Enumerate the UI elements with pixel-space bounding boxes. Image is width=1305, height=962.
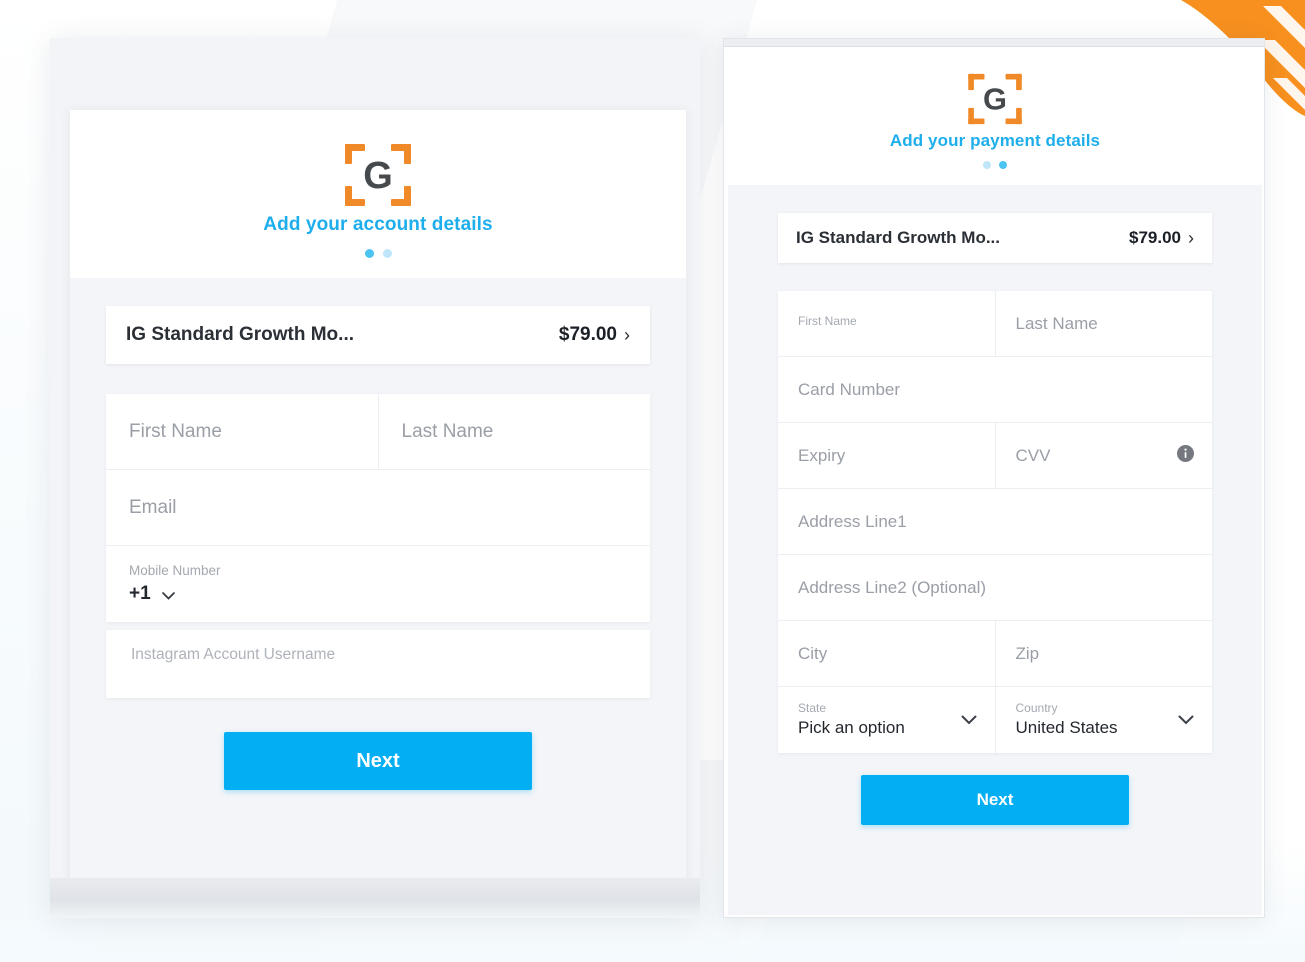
- address-line2-field[interactable]: Address Line2 (Optional): [778, 555, 1212, 620]
- right-step-indicator: [728, 161, 1262, 169]
- product-price: $79.00: [1129, 228, 1181, 247]
- product-price-group: $79.00 ›: [559, 324, 630, 346]
- country-code-text: +1: [129, 582, 151, 604]
- cvv-field[interactable]: CVV: [995, 423, 1212, 488]
- step-dot-1[interactable]: [364, 249, 374, 258]
- country-select[interactable]: Country United States: [995, 687, 1212, 753]
- expiry-cvv-field-row: Expiry CVV: [778, 423, 1212, 489]
- step-dot-1[interactable]: [983, 161, 991, 169]
- last-name-field[interactable]: Last Name: [995, 291, 1212, 356]
- expiry-placeholder: Expiry: [798, 445, 846, 465]
- device-base-shadow: [50, 878, 700, 918]
- last-name-placeholder: Last Name: [401, 420, 494, 442]
- state-value: Pick an option: [798, 718, 905, 738]
- step-dot-2[interactable]: [382, 249, 392, 258]
- payment-fields-block: First Name Last Name Card Number Expiry …: [778, 291, 1212, 753]
- right-screen-title: Add your payment details: [889, 131, 1101, 150]
- address-line1-placeholder: Address Line1: [798, 511, 907, 531]
- info-icon[interactable]: [1177, 444, 1194, 467]
- name-field-row: First Name Last Name: [106, 394, 650, 470]
- right-next-wrap: Next: [728, 775, 1262, 825]
- name-field-row: First Name Last Name: [778, 291, 1212, 357]
- right-screen-viewport: G Add your payment details IG Standard G…: [728, 47, 1262, 915]
- chevron-right-icon: ›: [624, 325, 630, 345]
- product-name: IG Standard Growth Mo...: [796, 228, 1000, 247]
- product-name: IG Standard Growth Mo...: [126, 324, 354, 345]
- state-label: State: [798, 701, 827, 716]
- address-line2-placeholder: Address Line2 (Optional): [798, 577, 987, 597]
- mobile-number-label: Mobile Number: [129, 562, 221, 578]
- left-screen-viewport: G Add your account details IG Standard G…: [70, 110, 686, 900]
- instagram-username-placeholder: Instagram Account Username: [131, 646, 336, 663]
- address-line2-field-row: Address Line2 (Optional): [778, 555, 1212, 621]
- svg-text:G: G: [983, 82, 1007, 117]
- mobile-number-field[interactable]: Mobile Number +1: [106, 546, 650, 622]
- expiry-field[interactable]: Expiry: [778, 423, 996, 488]
- country-code-value: +1: [129, 583, 627, 605]
- zip-placeholder: Zip: [1015, 643, 1040, 663]
- last-name-field[interactable]: Last Name: [378, 394, 650, 469]
- address-line1-field[interactable]: Address Line1: [778, 489, 1212, 554]
- next-button[interactable]: Next: [861, 775, 1129, 825]
- zip-field[interactable]: Zip: [995, 621, 1212, 686]
- city-zip-field-row: City Zip: [778, 621, 1212, 687]
- email-field[interactable]: Email: [106, 470, 650, 545]
- g-scan-brackets-logo-icon: G: [965, 69, 1025, 129]
- first-name-field[interactable]: First Name: [778, 291, 996, 356]
- country-value: United States: [1015, 718, 1118, 738]
- account-fields-block: First Name Last Name Email Mobile Number…: [106, 394, 650, 622]
- svg-text:G: G: [363, 155, 393, 197]
- payment-details-screen-panel: G Add your payment details IG Standard G…: [723, 38, 1265, 918]
- city-placeholder: City: [798, 643, 828, 663]
- email-placeholder: Email: [129, 496, 177, 518]
- card-number-field-row: Card Number: [778, 357, 1212, 423]
- state-select[interactable]: State Pick an option: [778, 687, 996, 753]
- cvv-placeholder: CVV: [1015, 445, 1051, 465]
- screenshot-stage: G Add your account details IG Standard G…: [0, 0, 1305, 962]
- product-summary-row[interactable]: IG Standard Growth Mo... $79.00 ›: [778, 213, 1212, 263]
- first-name-field[interactable]: First Name: [106, 394, 379, 469]
- left-step-indicator: [70, 249, 686, 258]
- address-line1-field-row: Address Line1: [778, 489, 1212, 555]
- left-screen-title: Add your account details: [263, 214, 493, 235]
- chevron-down-icon[interactable]: [1178, 710, 1194, 730]
- chevron-right-icon: ›: [1188, 228, 1194, 248]
- right-form-area: IG Standard Growth Mo... $79.00 › First …: [728, 213, 1262, 825]
- chevron-down-icon[interactable]: [961, 710, 977, 730]
- chevron-down-icon[interactable]: [162, 591, 175, 600]
- card-number-placeholder: Card Number: [798, 379, 901, 399]
- card-number-field[interactable]: Card Number: [778, 357, 1212, 422]
- product-summary-row[interactable]: IG Standard Growth Mo... $79.00 ›: [106, 306, 650, 364]
- left-next-wrap: Next: [70, 732, 686, 790]
- product-price-group: $79.00 ›: [1129, 228, 1194, 248]
- first-name-label: First Name: [798, 314, 857, 329]
- left-form-area: IG Standard Growth Mo... $79.00 › First …: [70, 306, 686, 790]
- last-name-placeholder: Last Name: [1015, 313, 1098, 333]
- city-field[interactable]: City: [778, 621, 996, 686]
- mobile-field-row: Mobile Number +1: [106, 546, 650, 622]
- window-chrome-strip: [724, 39, 1264, 47]
- next-button[interactable]: Next: [224, 732, 532, 790]
- first-name-placeholder: First Name: [129, 420, 222, 442]
- left-screen-header: G Add your account details: [70, 110, 686, 278]
- account-details-screen-panel: G Add your account details IG Standard G…: [50, 38, 700, 918]
- email-field-row: Email: [106, 470, 650, 546]
- right-screen-header: G Add your payment details: [728, 47, 1262, 185]
- step-dot-2[interactable]: [999, 161, 1007, 169]
- instagram-username-field[interactable]: Instagram Account Username: [106, 630, 650, 698]
- g-scan-brackets-logo-icon: G: [341, 138, 415, 212]
- state-country-field-row: State Pick an option Country United Stat…: [778, 687, 1212, 753]
- country-label: Country: [1015, 701, 1058, 716]
- product-price: $79.00: [558, 324, 617, 345]
